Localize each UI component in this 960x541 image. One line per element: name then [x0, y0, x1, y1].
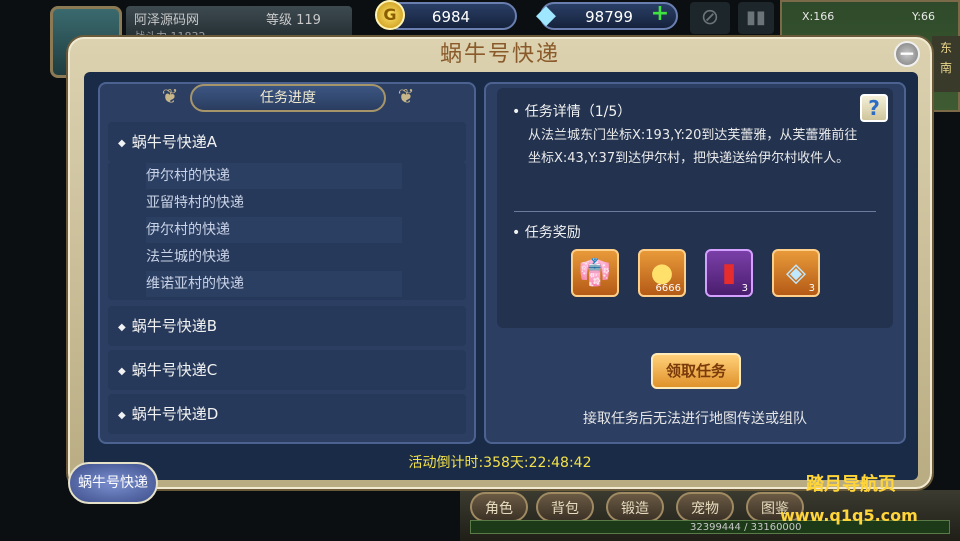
task-group-b[interactable]: ◆ 蜗牛号快递B — [108, 306, 466, 346]
reward-count: 3 — [808, 283, 815, 294]
menu-bag-button[interactable]: 背包 — [536, 492, 594, 522]
task-progress-header: 任务进度 — [190, 84, 386, 112]
diamond-bullet-icon: ◆ — [118, 138, 126, 149]
reward-item[interactable]: ▮ 3 — [705, 249, 753, 297]
diamond-bullet-icon: ◆ — [118, 322, 126, 333]
watermark-title: 踏月导航页 — [806, 474, 896, 495]
task-group-label: 蜗牛号快递D — [131, 405, 219, 423]
task-group-label: 蜗牛号快递A — [131, 133, 217, 151]
direction-east: 东 — [939, 41, 952, 55]
task-description: 从法兰城东门坐标X:193,Y:20到达芙蕾雅，从芙蕾雅前往 坐标X:43,Y:… — [528, 124, 888, 170]
menu-character-button[interactable]: 角色 — [470, 492, 528, 522]
ranking-button[interactable]: ▮▮ — [738, 2, 774, 34]
close-button[interactable]: − — [894, 41, 920, 67]
bar-chart-icon: ▮▮ — [746, 7, 766, 28]
reward-title-text: 任务奖励 — [524, 225, 581, 241]
bullet-icon: • — [512, 225, 525, 241]
add-diamonds-icon[interactable]: + — [650, 3, 670, 25]
task-group-label: 蜗牛号快递C — [131, 361, 218, 379]
sub-task-item[interactable]: 法兰城的快递 — [146, 244, 402, 270]
task-group-c[interactable]: ◆ 蜗牛号快递C — [108, 350, 466, 390]
eye-off-icon: ⊘ — [700, 5, 720, 30]
sub-task-item[interactable]: 伊尔村的快递 — [146, 217, 402, 243]
sub-task-item[interactable]: 维诺亚村的快递 — [146, 271, 402, 297]
diamond-bullet-icon: ◆ — [118, 410, 126, 421]
direction-south: 南 — [939, 61, 952, 75]
event-countdown: 活动倒计时:358天:22:48:42 — [408, 455, 592, 471]
dialog-title: 蜗牛号快递 — [439, 42, 560, 67]
divider — [514, 211, 876, 212]
task-group-label: 蜗牛号快递B — [131, 317, 217, 335]
task-description-line: 坐标X:43,Y:37到达伊尔村，把快递送给伊尔村收件人。 — [528, 151, 850, 166]
reward-item[interactable]: ◈ 3 — [772, 249, 820, 297]
menu-forge-button[interactable]: 锻造 — [606, 492, 664, 522]
player-level: 等级 119 — [266, 13, 321, 28]
reward-count: 3 — [741, 283, 748, 294]
player-name: 阿泽源码网 — [134, 13, 200, 28]
sub-task-item[interactable]: 伊尔村的快递 — [146, 163, 402, 189]
reward-title: • 任务奖励 — [512, 222, 581, 242]
coord-x: X:166 — [802, 10, 835, 23]
task-group-a[interactable]: ◆ 蜗牛号快递A — [108, 122, 466, 162]
reward-item[interactable]: ● 6666 — [638, 249, 686, 297]
watermark-url: www.q1q5.com — [780, 506, 918, 525]
gold-value: 6984 — [431, 8, 471, 26]
task-description-line: 从法兰城东门坐标X:193,Y:20到达芙蕾雅，从芙蕾雅前往 — [528, 128, 858, 143]
task-group-d[interactable]: ◆ 蜗牛号快递D — [108, 394, 466, 434]
task-detail-title-text: 任务详情（1/5） — [524, 104, 632, 120]
ornament-right-icon: ❦ — [397, 84, 415, 108]
coord-y: Y:66 — [912, 10, 935, 23]
gold-coin-icon: G — [375, 0, 405, 30]
direction-indicator: 东 南 — [932, 36, 960, 92]
help-button[interactable]: ? — [860, 94, 888, 122]
task-warning: 接取任务后无法进行地图传送或组队 — [583, 411, 807, 427]
reward-item[interactable]: 👘 — [571, 249, 619, 297]
diamond-icon: ◆ — [536, 0, 556, 30]
diamond-bullet-icon: ◆ — [118, 366, 126, 377]
ornament-left-icon: ❦ — [161, 84, 179, 108]
accept-task-button[interactable]: 领取任务 — [651, 353, 741, 389]
minus-icon: − — [898, 41, 916, 65]
robe-icon: 👘 — [578, 258, 612, 288]
menu-pet-button[interactable]: 宠物 — [676, 492, 734, 522]
tab-snail-express[interactable]: 蜗牛号快递 — [68, 462, 158, 504]
hide-ui-button[interactable]: ⊘ — [690, 2, 730, 34]
bullet-icon: • — [512, 104, 525, 120]
reward-count: 6666 — [655, 283, 681, 294]
sub-task-item[interactable]: 亚留特村的快递 — [146, 190, 402, 216]
task-detail-title: • 任务详情（1/5） — [512, 101, 631, 121]
question-icon: ? — [868, 96, 880, 120]
